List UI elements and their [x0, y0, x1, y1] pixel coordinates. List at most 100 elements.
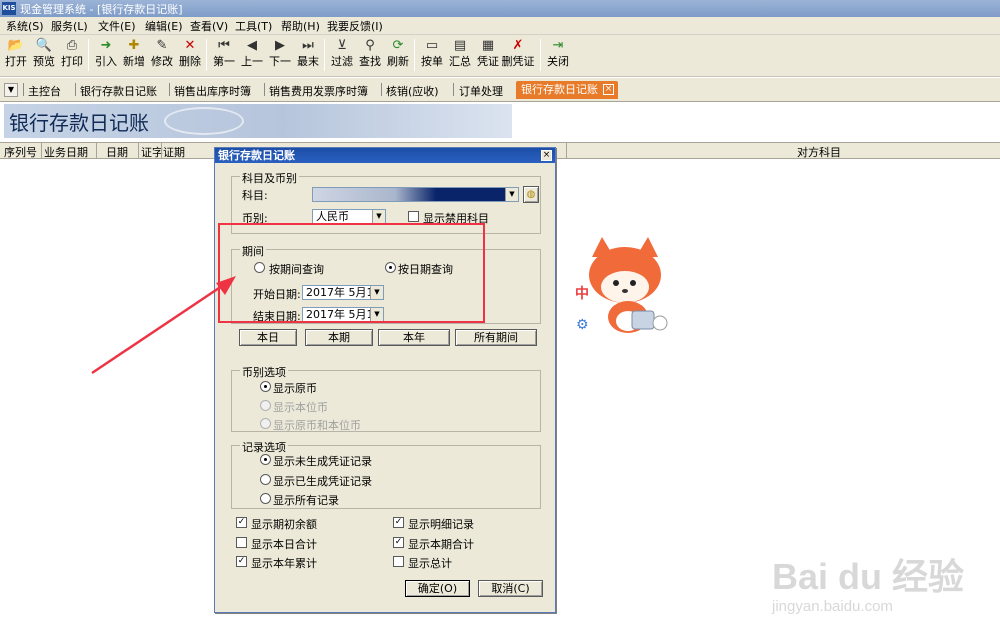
show-day-total-checkbox[interactable] [236, 537, 247, 548]
col-date[interactable]: 日期 [106, 144, 128, 160]
filter-icon: ⊻ [337, 38, 347, 53]
subject-label: 科目: [242, 189, 268, 202]
highlight-box [218, 223, 485, 323]
this-period-button[interactable]: 本期 [305, 329, 373, 346]
tab-close-icon[interactable]: × [603, 84, 614, 95]
tab-order[interactable]: 订单处理 [459, 83, 503, 99]
menu-edit[interactable]: 编辑(E) [145, 18, 183, 34]
tab-console[interactable]: 主控台 [28, 83, 61, 99]
print-icon: ⎙ [66, 38, 78, 53]
show-both-radio[interactable] [260, 418, 271, 429]
tab-separator [381, 83, 382, 96]
show-base-label: 显示本位币 [273, 401, 328, 414]
refresh-button[interactable]: ⟳ 刷新 [384, 37, 412, 73]
print-button[interactable]: ⎙ 打印 [58, 37, 86, 73]
tab-bar: ▼ 主控台 银行存款日记账 销售出库序时簿 销售费用发票序时簿 核销(应收) 订… [0, 78, 1000, 102]
last-button[interactable]: ⏭ 最末 [294, 37, 322, 73]
show-both-label: 显示原币和本位币 [273, 419, 361, 432]
show-grand-total-checkbox[interactable] [393, 556, 404, 567]
show-details-checkbox[interactable]: ✓ [393, 517, 404, 528]
show-opening-balance-label: 显示期初余额 [251, 518, 317, 531]
tab-dropdown-icon[interactable]: ▼ [4, 83, 18, 97]
col-divider [138, 143, 139, 158]
tab-writeoff[interactable]: 核销(应收) [386, 83, 439, 99]
last-icon: ⏭ [302, 38, 314, 53]
refresh-icon: ⟳ [392, 38, 404, 53]
tab-separator [264, 83, 265, 96]
mascot-text: 中 [575, 286, 589, 302]
tab-separator [453, 83, 454, 96]
tab-sales-invoice[interactable]: 销售费用发票序时簿 [269, 83, 368, 99]
this-year-button[interactable]: 本年 [378, 329, 450, 346]
preview-icon: 🔍 [35, 38, 53, 53]
col-divider [41, 143, 42, 158]
col-business-date[interactable]: 业务日期 [44, 144, 88, 160]
show-posted-radio[interactable] [260, 474, 271, 485]
show-period-total-label: 显示本期合计 [408, 538, 474, 551]
tab-separator [23, 83, 24, 96]
show-period-total-checkbox[interactable]: ✓ [393, 537, 404, 548]
by-voucher-icon: ▭ [425, 38, 439, 53]
tab-separator [169, 83, 170, 96]
delete-voucher-icon: ✗ [512, 38, 524, 53]
menu-feedback[interactable]: 我要反馈(I) [327, 18, 383, 34]
show-day-total-label: 显示本日合计 [251, 538, 317, 551]
show-base-radio[interactable] [260, 400, 271, 411]
find-icon: ⚲ [365, 38, 375, 53]
ok-button[interactable]: 确定(O) [405, 580, 470, 597]
currency-combo[interactable]: 人民币 ▼ [312, 209, 386, 224]
app-logo-icon: KIS [2, 2, 16, 15]
first-icon: ⏮ [218, 38, 230, 53]
menu-help[interactable]: 帮助(H) [281, 18, 320, 34]
menu-view[interactable]: 查看(V) [190, 18, 228, 34]
menu-system[interactable]: 系统(S) [6, 18, 44, 34]
show-original-label: 显示原币 [273, 382, 317, 395]
lookup-icon: ◍ [526, 189, 536, 200]
chevron-down-icon[interactable]: ▼ [372, 210, 385, 223]
delete-button[interactable]: ✕ 删除 [176, 37, 204, 73]
show-original-radio[interactable] [260, 381, 271, 392]
currency-options-label: 币别选项 [240, 364, 288, 380]
bank-journal-dialog: 银行存款日记账 × 科目及币别 科目: ▼ ◍ 币别: 人民币 ▼ 显示禁用科目… [214, 147, 556, 613]
close-icon: ⇥ [552, 38, 564, 53]
close-button[interactable]: ⇥ 关闭 [544, 37, 572, 73]
show-all-records-radio[interactable] [260, 493, 271, 504]
menu-service[interactable]: 服务(L) [51, 18, 88, 34]
watermark-url: jingyan.baidu.com [772, 598, 893, 615]
col-serial[interactable]: 序列号 [4, 144, 37, 160]
all-periods-button[interactable]: 所有期间 [455, 329, 537, 346]
show-year-cumulative-label: 显示本年累计 [251, 557, 317, 570]
menu-file[interactable]: 文件(E) [98, 18, 136, 34]
tab-active-bank-journal[interactable]: 银行存款日记账 × [516, 81, 618, 99]
show-unposted-label: 显示未生成凭证记录 [273, 455, 372, 468]
add-icon: ✚ [128, 38, 140, 53]
col-voucher-period[interactable]: 证期 [163, 144, 185, 160]
tab-bank-journal[interactable]: 银行存款日记账 [80, 83, 157, 99]
show-year-cumulative-checkbox[interactable]: ✓ [236, 556, 247, 567]
next-icon: ▶ [275, 38, 285, 53]
col-voucher-word[interactable]: 证字 [141, 144, 163, 160]
cancel-button[interactable]: 取消(C) [478, 580, 543, 597]
delete-voucher-button[interactable]: ✗ 删凭证 [502, 37, 535, 73]
tab-sales-outbound[interactable]: 销售出库序时簿 [174, 83, 251, 99]
tab-active-label: 银行存款日记账 [521, 83, 598, 96]
record-options-group: 记录选项 显示未生成凭证记录 显示已生成凭证记录 显示所有记录 [231, 439, 541, 509]
col-counter-account[interactable]: 对方科目 [797, 144, 841, 160]
currency-value: 人民币 [316, 210, 349, 223]
show-unposted-radio[interactable] [260, 454, 271, 465]
show-posted-label: 显示已生成凭证记录 [273, 475, 372, 488]
subject-group-label: 科目及币别 [240, 170, 299, 186]
edit-icon: ✎ [156, 38, 168, 53]
chevron-down-icon[interactable]: ▼ [505, 188, 518, 201]
dialog-close-icon[interactable]: × [541, 150, 552, 161]
menu-tools[interactable]: 工具(T) [235, 18, 272, 34]
subject-combo[interactable]: ▼ [312, 187, 519, 202]
subject-lookup-button[interactable]: ◍ [523, 186, 539, 203]
today-button[interactable]: 本日 [239, 329, 297, 346]
show-opening-balance-checkbox[interactable]: ✓ [236, 517, 247, 528]
watermark: Bai du 经验 jingyan.baidu.com [772, 548, 982, 618]
mascot-image: 中 ⚙ [570, 235, 680, 345]
watermark-logo: Bai du 经验 [772, 556, 965, 597]
show-disabled-checkbox[interactable] [408, 211, 419, 222]
toolbar: 📂 打开 🔍 预览 ⎙ 打印 ➜ 引入 ✚ 新增 ✎ 修改 ✕ 删除 ⏮ 第一 ◀ 上一 ▶ 下一 … [0, 35, 1000, 77]
